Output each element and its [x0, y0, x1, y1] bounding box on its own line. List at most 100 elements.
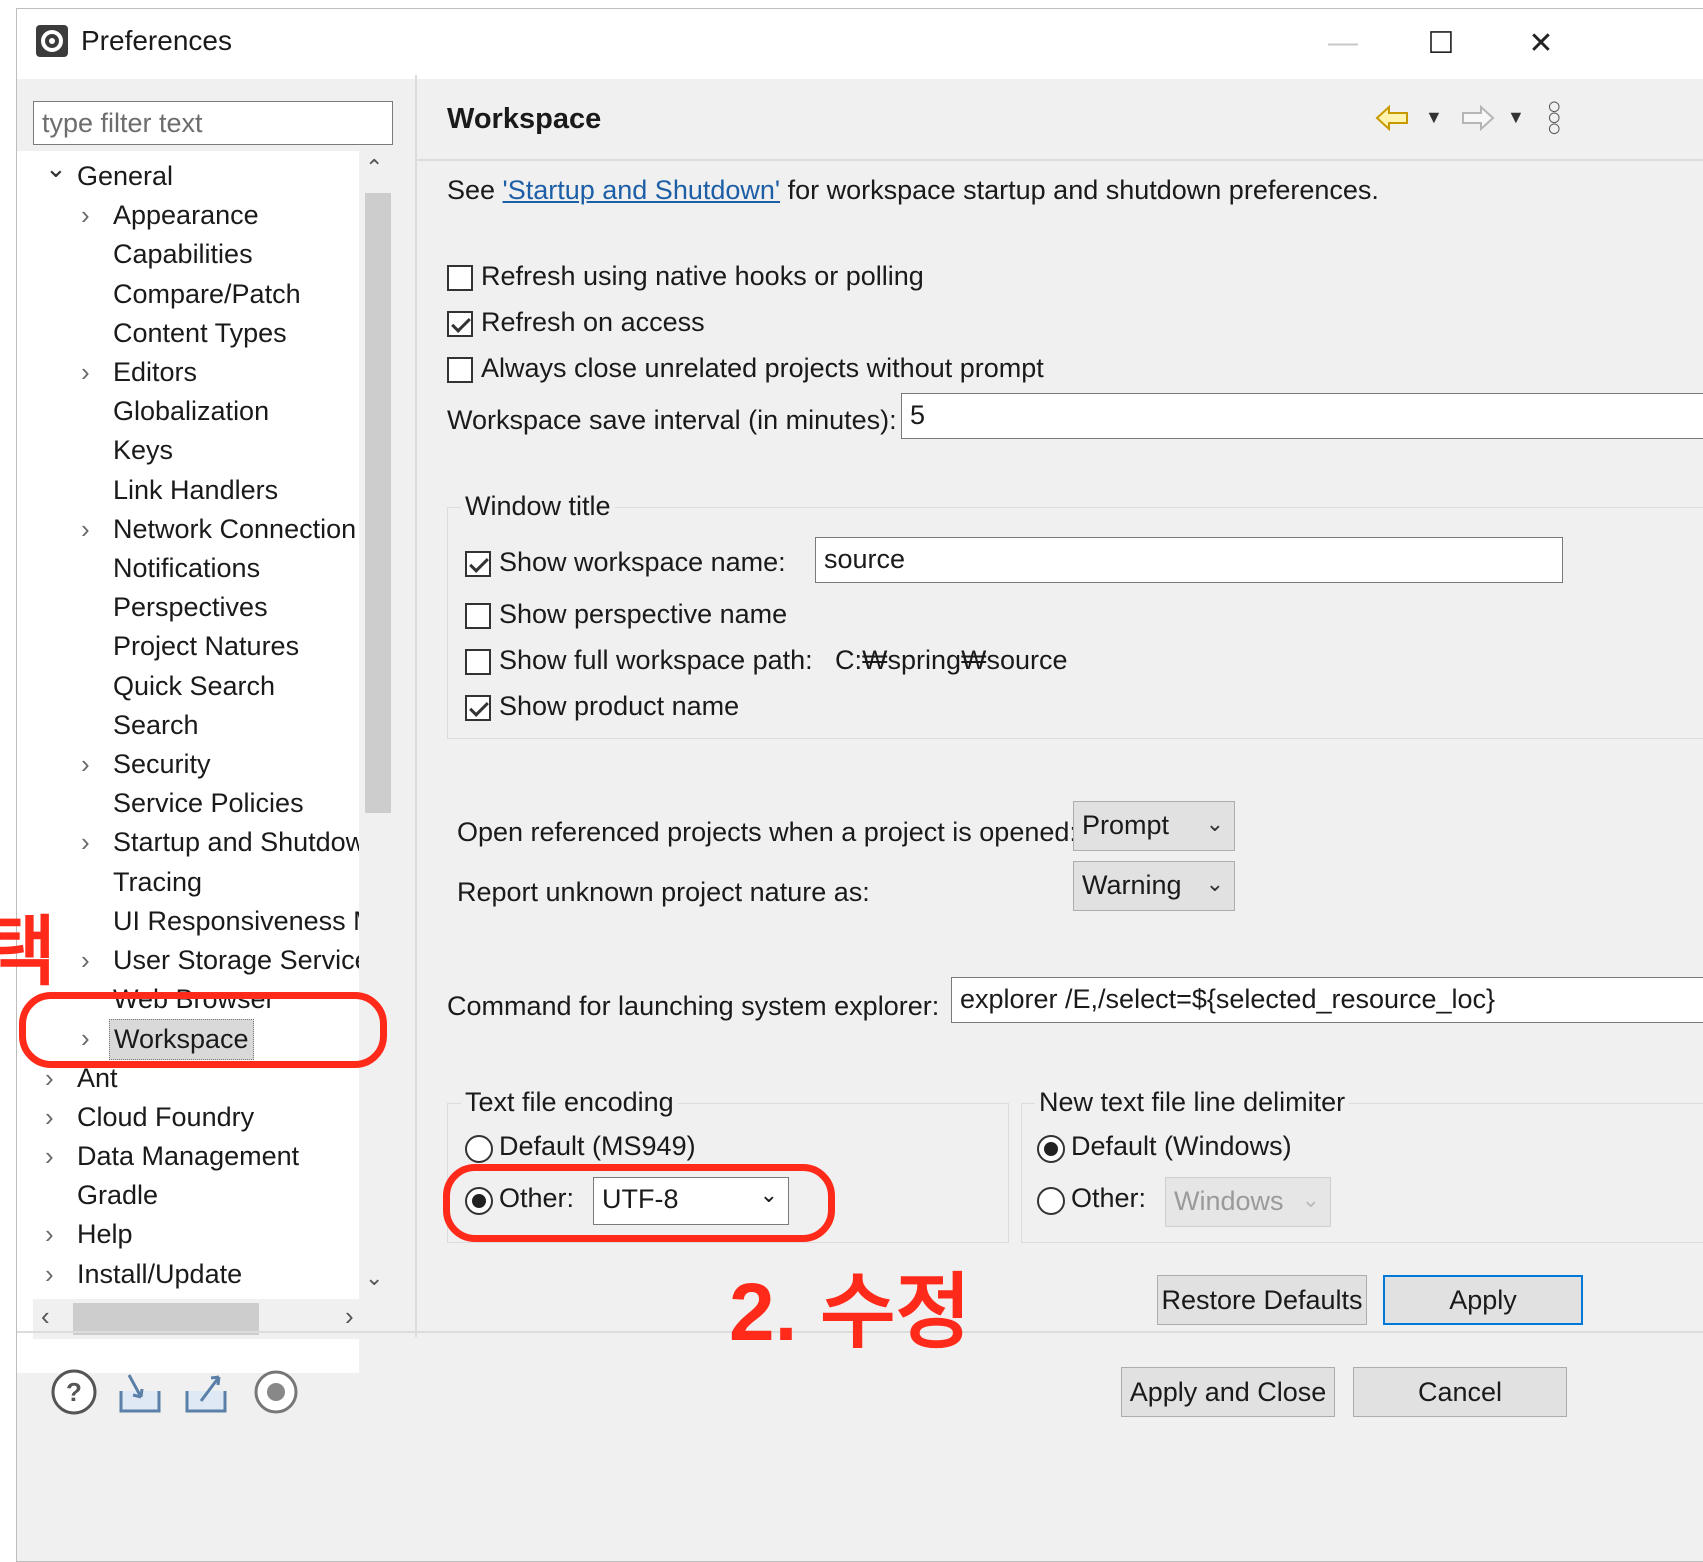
refresh-access-checkbox[interactable] [447, 311, 473, 337]
show-perspective-checkbox[interactable] [465, 603, 491, 629]
chevron-right-icon[interactable]: › [81, 196, 90, 235]
show-product-label: Show product name [499, 691, 740, 721]
tree-item-network-connection[interactable]: Network Connection [113, 510, 356, 549]
chevron-down-icon[interactable]: ⌄ [45, 151, 67, 188]
show-ws-name-label: Show workspace name: [499, 547, 786, 577]
encoding-default-radio[interactable] [465, 1135, 493, 1163]
open-ref-label: Open referenced projects when a project … [457, 817, 1077, 847]
annotation-step2-text: 2. 수정 [729, 1267, 972, 1358]
report-nature-label: Report unknown project nature as: [457, 877, 870, 907]
forward-arrow-icon[interactable] [1457, 103, 1497, 133]
tree-item-ui-responsiveness-m[interactable]: UI Responsiveness M [113, 902, 359, 941]
tree-item-perspectives[interactable]: Perspectives [113, 588, 268, 627]
preference-tree: ⌄ General › Appearance Capabilities Compare/P… [17, 151, 359, 1373]
scroll-up-icon[interactable]: ⌃ [365, 155, 383, 181]
show-perspective-label: Show perspective name [499, 599, 788, 629]
record-icon[interactable] [251, 1367, 301, 1417]
ws-name-input[interactable]: source [815, 537, 1563, 583]
restore-defaults-button[interactable]: Restore Defaults [1157, 1275, 1367, 1325]
scroll-down-icon[interactable]: ⌄ [365, 1265, 383, 1291]
intro-text: See 'Startup and Shutdown' for workspace… [447, 175, 1379, 206]
tree-item-link-handlers[interactable]: Link Handlers [113, 471, 278, 510]
delimiter-default-radio[interactable] [1037, 1135, 1065, 1163]
refresh-access-label: Refresh on access [481, 307, 705, 337]
chevron-right-icon[interactable]: › [81, 823, 90, 862]
tree-item-quick-search[interactable]: Quick Search [113, 667, 275, 706]
tree-item-startup-and-shutdow[interactable]: Startup and Shutdow [113, 823, 359, 862]
tree-item-install-update[interactable]: Install/Update [77, 1255, 242, 1294]
tree-item-cloud-foundry[interactable]: Cloud Foundry [77, 1098, 254, 1137]
always-close-label: Always close unrelated projects without … [481, 353, 1044, 383]
tree-item-gradle[interactable]: Gradle [77, 1176, 158, 1215]
startup-shutdown-link[interactable]: 'Startup and Shutdown' [503, 175, 781, 205]
apply-and-close-button[interactable]: Apply and Close [1121, 1367, 1335, 1417]
save-interval-label: Workspace save interval (in minutes): [447, 405, 897, 435]
apply-button[interactable]: Apply [1383, 1275, 1583, 1325]
tree-item-notifications[interactable]: Notifications [113, 549, 260, 588]
scroll-right-icon[interactable]: › [345, 1301, 354, 1332]
delimiter-other-radio[interactable] [1037, 1187, 1065, 1215]
svg-text:?: ? [66, 1377, 82, 1407]
tree-item-globalization[interactable]: Globalization [113, 392, 269, 431]
minimize-button[interactable]: — [1315, 21, 1371, 65]
help-icon[interactable]: ? [49, 1367, 99, 1417]
chevron-right-icon[interactable]: › [45, 1215, 54, 1254]
filter-input[interactable]: type filter text [33, 101, 393, 145]
tree-item-project-natures[interactable]: Project Natures [113, 627, 299, 666]
save-interval-input[interactable]: 5 [901, 393, 1703, 439]
line-delimiter-group-title: New text file line delimiter [1035, 1087, 1350, 1118]
intro-prefix: See [447, 175, 503, 205]
preferences-window: Preferences — ☐ ✕ type filter text ⌄ Gene… [16, 8, 1703, 1562]
tree-item-compare-patch[interactable]: Compare/Patch [113, 275, 301, 314]
tree-item-editors[interactable]: Editors [113, 353, 197, 392]
tree-item-data-management[interactable]: Data Management [77, 1137, 299, 1176]
export-icon[interactable] [181, 1367, 231, 1417]
view-menu-icon[interactable]: ○ ○ ○ [1547, 95, 1562, 141]
title-bar: Preferences — ☐ ✕ [17, 9, 1703, 79]
tree-item-security[interactable]: Security [113, 745, 211, 784]
full-path-value: C:₩spring₩source [835, 645, 1068, 675]
scroll-left-icon[interactable]: ‹ [41, 1301, 50, 1332]
chevron-right-icon[interactable]: › [45, 1255, 54, 1294]
line-delimiter-group [1021, 1103, 1703, 1243]
explorer-command-input[interactable]: explorer /E,/select=${selected_resource_… [951, 977, 1703, 1023]
always-close-checkbox[interactable] [447, 357, 473, 383]
tree-vertical-scroll-thumb[interactable] [365, 193, 391, 813]
refresh-native-label: Refresh using native hooks or polling [481, 261, 924, 291]
tree-item-capabilities[interactable]: Capabilities [113, 235, 253, 274]
tree-item-service-policies[interactable]: Service Policies [113, 784, 304, 823]
chevron-right-icon[interactable]: › [81, 510, 90, 549]
show-full-path-label: Show full workspace path: [499, 645, 813, 675]
refresh-native-checkbox[interactable] [447, 265, 473, 291]
forward-dropdown-icon[interactable]: ▼ [1507, 107, 1525, 128]
tree-item-content-types[interactable]: Content Types [113, 314, 287, 353]
maximize-button[interactable]: ☐ [1413, 21, 1469, 65]
cancel-button[interactable]: Cancel [1353, 1367, 1567, 1417]
page-header-separator [417, 159, 1703, 161]
chevron-right-icon[interactable]: › [45, 1098, 54, 1137]
tree-item-help[interactable]: Help [77, 1215, 133, 1254]
chevron-right-icon[interactable]: › [81, 941, 90, 980]
show-ws-name-checkbox[interactable] [465, 551, 491, 577]
tree-item-user-storage-service[interactable]: User Storage Service [113, 941, 359, 980]
chevron-right-icon[interactable]: › [45, 1137, 54, 1176]
page-title: Workspace [447, 103, 602, 135]
import-icon[interactable] [115, 1367, 165, 1417]
back-dropdown-icon[interactable]: ▼ [1425, 107, 1443, 128]
open-ref-select[interactable]: Prompt ⌄ [1073, 801, 1235, 851]
open-ref-value: Prompt [1082, 810, 1170, 840]
tree-item-search[interactable]: Search [113, 706, 199, 745]
tree-item-appearance[interactable]: Appearance [113, 196, 259, 235]
back-arrow-icon[interactable] [1373, 103, 1413, 133]
chevron-right-icon[interactable]: › [81, 353, 90, 392]
delimiter-select[interactable]: Windows ⌄ [1165, 1177, 1331, 1227]
tree-item-general[interactable]: General [77, 157, 173, 196]
tree-item-keys[interactable]: Keys [113, 431, 173, 470]
close-button[interactable]: ✕ [1513, 21, 1569, 65]
tree-item-tracing[interactable]: Tracing [113, 863, 202, 902]
report-nature-select[interactable]: Warning ⌄ [1073, 861, 1235, 911]
chevron-right-icon[interactable]: › [81, 745, 90, 784]
show-full-path-checkbox[interactable] [465, 649, 491, 675]
annotation-workspace-highlight [19, 992, 387, 1068]
show-product-checkbox[interactable] [465, 695, 491, 721]
